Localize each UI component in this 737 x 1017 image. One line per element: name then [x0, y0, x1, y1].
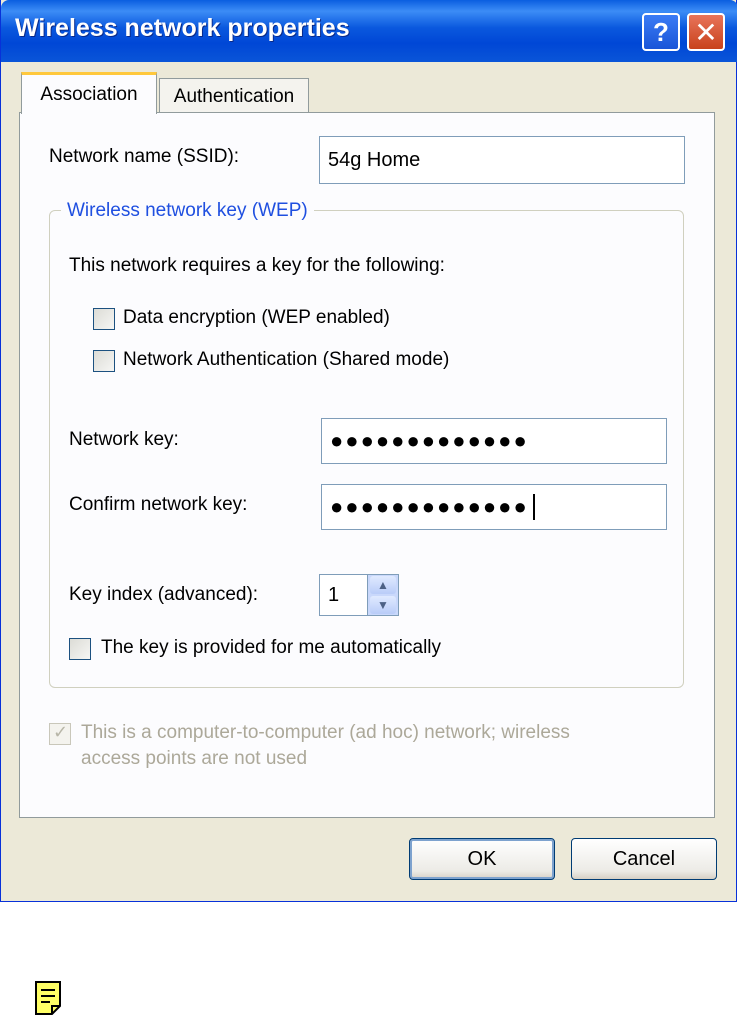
note-icon	[35, 981, 61, 1015]
confirm-key-label: Confirm network key:	[69, 494, 248, 515]
adhoc-label-line1: This is a computer-to-computer (ad hoc) …	[81, 722, 570, 743]
confirm-key-mask: ●●●●●●●●●●●●●	[330, 494, 529, 519]
ok-button[interactable]: OK	[409, 838, 555, 880]
help-button[interactable]: ?	[642, 13, 680, 51]
network-key-mask: ●●●●●●●●●●●●●	[330, 428, 529, 453]
key-index-spinner: ▲ ▼	[367, 574, 399, 616]
checkmark-icon: ✓	[53, 722, 69, 742]
confirm-key-input[interactable]: ●●●●●●●●●●●●●	[321, 484, 667, 530]
adhoc-checkbox[interactable]: ✓	[49, 722, 71, 745]
ssid-input[interactable]: 54g Home	[319, 136, 685, 184]
shared-auth-label: Network Authentication (Shared mode)	[123, 349, 450, 370]
cancel-button[interactable]: Cancel	[571, 838, 717, 880]
adhoc-label-line2: access points are not used	[81, 748, 308, 769]
text-caret	[532, 494, 535, 520]
auto-key-label: The key is provided for me automatically	[101, 637, 442, 658]
requires-key-text: This network requires a key for the foll…	[69, 255, 445, 276]
network-key-input[interactable]: ●●●●●●●●●●●●●	[321, 418, 667, 464]
data-encryption-label: Data encryption (WEP enabled)	[123, 307, 390, 328]
tab-association[interactable]: Association	[21, 72, 157, 114]
help-icon: ?	[653, 16, 669, 47]
tab-authentication[interactable]: Authentication	[159, 78, 309, 114]
close-icon: ✕	[694, 16, 718, 48]
wep-group-title: Wireless network key (WEP)	[61, 200, 314, 222]
auto-key-checkbox[interactable]	[69, 638, 91, 660]
ssid-label: Network name (SSID):	[49, 146, 240, 167]
shared-auth-checkbox[interactable]	[93, 350, 115, 372]
spin-up-arrow-icon[interactable]: ▲	[370, 576, 396, 594]
network-key-label: Network key:	[69, 429, 179, 450]
key-index-input[interactable]: 1	[319, 574, 369, 616]
key-index-label: Key index (advanced):	[69, 584, 259, 605]
window-title: Wireless network properties	[15, 14, 350, 42]
spin-down-arrow-icon[interactable]: ▼	[370, 596, 396, 614]
dialog-window: Wireless network properties ? ✕ Associat…	[0, 0, 737, 902]
title-bar[interactable]: Wireless network properties ? ✕	[1, 0, 737, 62]
close-button[interactable]: ✕	[687, 13, 725, 51]
data-encryption-checkbox[interactable]	[93, 308, 115, 330]
